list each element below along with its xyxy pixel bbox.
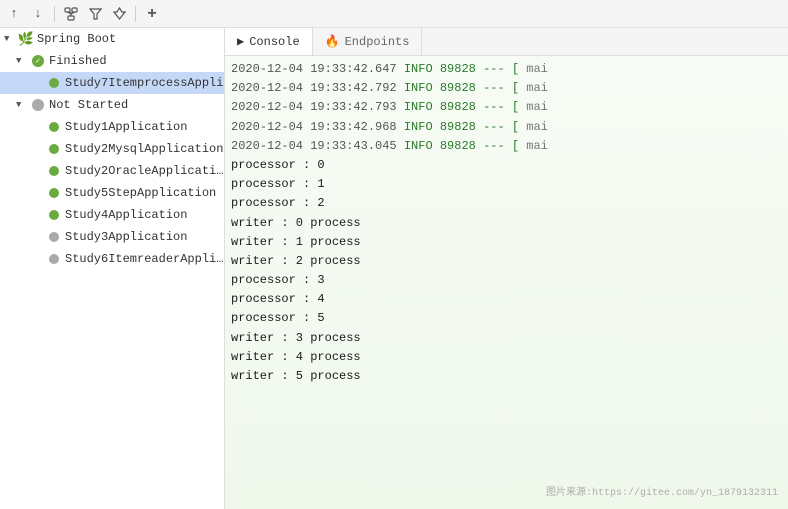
console-output[interactable]: 2020-12-04 19:33:42.647 INFO 89828 --- [… [225,56,788,509]
endpoints-tab-label: Endpoints [345,35,410,49]
toolbar-separator-1 [54,6,55,22]
toolbar: ↑ ↓ + [0,0,788,28]
console-tab-icon: ▶ [237,34,244,49]
log-writer-4: writer : 4 process [231,348,782,367]
writer-0-text: writer : 0 process [231,216,361,230]
processor-2-text: processor : 2 [231,196,325,210]
processor-0-text: processor : 0 [231,158,325,172]
writer-5-text: writer : 5 process [231,369,361,383]
main-layout: ▼ 🌿 Spring Boot ▼ ✓ Finished Study7Itemp… [0,28,788,509]
log-writer-3: writer : 3 process [231,329,782,348]
tree-item-study4[interactable]: Study4Application [0,204,224,226]
tree-item-study7[interactable]: Study7ItemprocessAppli [0,72,224,94]
study2oracle-label: Study2OracleApplication [65,164,224,178]
study6-icon [46,251,62,267]
study7-icon [46,75,62,91]
group-not-started[interactable]: ▼ Not Started [0,94,224,116]
processor-4-text: processor : 4 [231,292,325,306]
log-writer-1: writer : 1 process [231,233,782,252]
tree-item-study6[interactable]: Study6ItemreaderApplicat [0,248,224,270]
watermark: 图片来源:https://gitee.com/yn_1879132311 [546,483,778,499]
study2mysql-label: Study2MysqlApplication [65,142,223,156]
scroll-up-icon[interactable]: ↑ [4,4,24,24]
tree-item-study3[interactable]: Study3Application [0,226,224,248]
finished-arrow: ▼ [16,56,30,66]
log-writer-2: writer : 2 process [231,252,782,271]
finished-icon: ✓ [30,53,46,69]
log-processor-0: processor : 0 [231,156,782,175]
study3-icon [46,229,62,245]
tab-bar: ▶ Console 🔥 Endpoints [225,28,788,56]
log-processor-5: processor : 5 [231,309,782,328]
scroll-down-icon[interactable]: ↓ [28,4,48,24]
right-panel: ▶ Console 🔥 Endpoints 2020-12-04 19:33:4… [225,28,788,509]
endpoints-tab-icon: 🔥 [325,34,340,49]
tree-icon[interactable] [61,4,81,24]
log-line-5: 2020-12-04 19:33:43.045 INFO 89828 --- [… [231,137,782,156]
toolbar-separator-2 [135,6,136,22]
group-finished[interactable]: ▼ ✓ Finished [0,50,224,72]
processor-1-text: processor : 1 [231,177,325,191]
log-writer-5: writer : 5 process [231,367,782,386]
log-line-3: 2020-12-04 19:33:42.793 INFO 89828 --- [… [231,98,782,117]
writer-4-text: writer : 4 process [231,350,361,364]
not-started-label: Not Started [49,98,128,112]
processor-5-text: processor : 5 [231,311,325,325]
writer-2-text: writer : 2 process [231,254,361,268]
log-processor-2: processor : 2 [231,194,782,213]
tree-item-study5step[interactable]: Study5StepApplication [0,182,224,204]
study5step-label: Study5StepApplication [65,186,216,200]
tab-endpoints[interactable]: 🔥 Endpoints [313,28,423,55]
tree-root-spring-boot[interactable]: ▼ 🌿 Spring Boot [0,28,224,50]
study4-label: Study4Application [65,208,187,222]
study7-label: Study7ItemprocessAppli [65,76,223,90]
log-line-2: 2020-12-04 19:33:42.792 INFO 89828 --- [… [231,79,782,98]
finished-label: Finished [49,54,107,68]
console-tab-label: Console [249,35,299,49]
study1-label: Study1Application [65,120,187,134]
study2oracle-icon [46,163,62,179]
study6-label: Study6ItemreaderApplicat [65,252,224,266]
writer-3-text: writer : 3 process [231,331,361,345]
tree-item-study2mysql[interactable]: Study2MysqlApplication [0,138,224,160]
writer-1-text: writer : 1 process [231,235,361,249]
left-panel: ▼ 🌿 Spring Boot ▼ ✓ Finished Study7Itemp… [0,28,225,509]
study2mysql-icon [46,141,62,157]
spring-boot-icon: 🌿 [18,31,34,47]
tab-console[interactable]: ▶ Console [225,28,313,55]
add-icon[interactable]: + [142,4,162,24]
log-writer-0: writer : 0 process [231,214,782,233]
study3-label: Study3Application [65,230,187,244]
log-line-1: 2020-12-04 19:33:42.647 INFO 89828 --- [… [231,60,782,79]
root-arrow: ▼ [4,34,18,44]
filter-icon[interactable] [85,4,105,24]
log-processor-3: processor : 3 [231,271,782,290]
study1-icon [46,119,62,135]
study5step-icon [46,185,62,201]
study4-icon [46,207,62,223]
tree-item-study1[interactable]: Study1Application [0,116,224,138]
log-processor-1: processor : 1 [231,175,782,194]
processor-3-text: processor : 3 [231,273,325,287]
not-started-icon [30,97,46,113]
not-started-arrow: ▼ [16,100,30,110]
tree-item-study2oracle[interactable]: Study2OracleApplication [0,160,224,182]
root-label: Spring Boot [37,32,116,46]
log-line-4: 2020-12-04 19:33:42.968 INFO 89828 --- [… [231,118,782,137]
log-processor-4: processor : 4 [231,290,782,309]
pin-icon[interactable] [109,4,129,24]
